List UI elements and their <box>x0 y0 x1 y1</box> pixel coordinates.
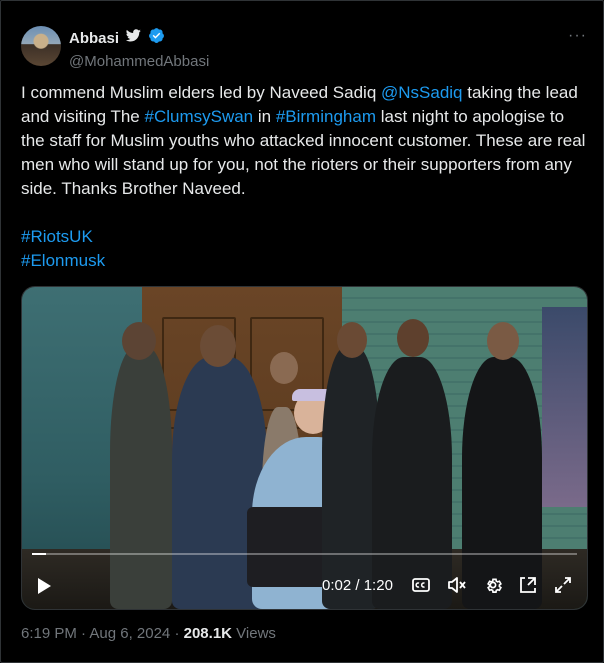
avatar[interactable] <box>21 26 61 66</box>
video-controls: 0:02 / 1:20 <box>22 567 587 603</box>
video-frame <box>22 287 587 609</box>
person-head <box>337 322 367 358</box>
meta-separator: · <box>170 625 184 642</box>
settings-icon[interactable] <box>484 576 502 599</box>
video-time: 0:02 / 1:20 <box>322 577 393 594</box>
hashtag-link[interactable]: #Birmingham <box>276 107 376 126</box>
mention-link[interactable]: @NsSadiq <box>381 83 463 102</box>
time-separator: / <box>355 577 360 594</box>
hashtag-link[interactable]: #ClumsySwan <box>144 107 253 126</box>
fullscreen-icon[interactable] <box>554 576 572 599</box>
hashtag-list: #RiotsUK #Elonmusk <box>21 225 105 273</box>
video-player[interactable]: 0:02 / 1:20 <box>21 286 588 610</box>
timestamp[interactable]: 6:19 PM · Aug 6, 2024 <box>21 625 170 642</box>
volume-muted-icon[interactable] <box>447 577 467 598</box>
views-label: Views <box>236 625 276 642</box>
author-handle[interactable]: @MohammedAbbasi <box>69 53 209 70</box>
person-head <box>397 319 429 357</box>
text-part: I commend Muslim elders led by Naveed Sa… <box>21 83 381 102</box>
person-head <box>487 322 519 360</box>
person-head <box>270 352 298 384</box>
display-name[interactable]: Abbasi <box>69 30 119 47</box>
author-names: Abbasi @MohammedAbbasi <box>69 27 209 70</box>
tweet-meta: 6:19 PM · Aug 6, 2024 · 208.1K Views <box>21 625 276 642</box>
video-progress-fill <box>32 553 46 555</box>
person-head <box>200 325 236 367</box>
views-count: 208.1K <box>183 625 232 642</box>
play-icon[interactable] <box>36 577 52 600</box>
verified-badge-icon <box>148 27 165 49</box>
duration: 1:20 <box>363 577 393 594</box>
tweet-header: Abbasi @MohammedAbbasi ··· <box>21 25 587 70</box>
person-head <box>122 322 156 360</box>
closed-captions-icon[interactable] <box>412 577 430 598</box>
text-part: in <box>253 107 276 126</box>
tweet-text: I commend Muslim elders led by Naveed Sa… <box>21 81 591 201</box>
twitter-bird-icon <box>126 29 142 47</box>
picture-in-picture-icon[interactable] <box>519 576 537 599</box>
video-progress-bar[interactable] <box>32 553 577 555</box>
scene-window <box>542 307 587 507</box>
hashtag-link[interactable]: #RiotsUK <box>21 225 105 249</box>
more-horizontal-icon[interactable]: ··· <box>568 27 587 45</box>
current-time: 0:02 <box>322 577 352 594</box>
tweet-card: Abbasi @MohammedAbbasi ··· I commend Mus… <box>0 0 604 663</box>
hashtag-link[interactable]: #Elonmusk <box>21 249 105 273</box>
